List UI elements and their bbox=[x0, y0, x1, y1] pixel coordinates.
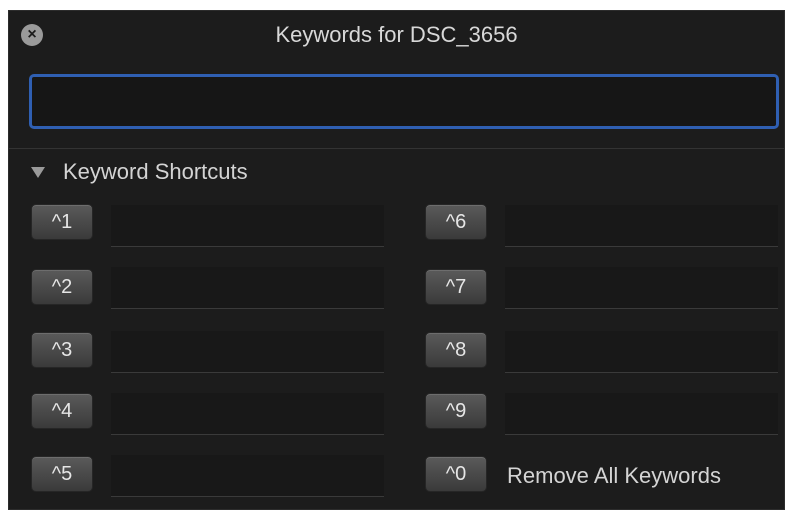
keywords-window: × Keywords for DSC_3656 Keyword Shortcut… bbox=[8, 10, 785, 510]
shortcut-field-8[interactable] bbox=[505, 331, 778, 373]
shortcut-button-6[interactable]: ^6 bbox=[425, 204, 487, 240]
shortcut-field-6[interactable] bbox=[505, 205, 778, 247]
shortcut-field-3[interactable] bbox=[111, 331, 384, 373]
shortcut-field-9[interactable] bbox=[505, 393, 778, 435]
shortcut-field-4[interactable] bbox=[111, 393, 384, 435]
shortcut-field-7[interactable] bbox=[505, 267, 778, 309]
shortcut-field-1[interactable] bbox=[111, 205, 384, 247]
shortcut-button-5[interactable]: ^5 bbox=[31, 456, 93, 492]
shortcut-field-2[interactable] bbox=[111, 267, 384, 309]
shortcut-button-3[interactable]: ^3 bbox=[31, 332, 93, 368]
shortcut-button-4[interactable]: ^4 bbox=[31, 393, 93, 429]
remove-all-keywords-label: Remove All Keywords bbox=[507, 463, 721, 488]
shortcut-button-9[interactable]: ^9 bbox=[425, 393, 487, 429]
divider bbox=[9, 148, 784, 149]
shortcut-button-7[interactable]: ^7 bbox=[425, 269, 487, 305]
keyword-shortcuts-header[interactable]: Keyword Shortcuts bbox=[31, 158, 248, 186]
shortcut-button-0[interactable]: ^0 bbox=[425, 456, 487, 492]
shortcut-button-2[interactable]: ^2 bbox=[31, 269, 93, 305]
shortcut-button-1[interactable]: ^1 bbox=[31, 204, 93, 240]
title-bar: × Keywords for DSC_3656 bbox=[9, 11, 784, 59]
disclosure-triangle-down-icon[interactable] bbox=[31, 166, 45, 178]
shortcut-field-5[interactable] bbox=[111, 455, 384, 497]
window-title: Keywords for DSC_3656 bbox=[275, 22, 518, 47]
keyword-input[interactable] bbox=[29, 74, 779, 129]
shortcut-button-8[interactable]: ^8 bbox=[425, 332, 487, 368]
section-label: Keyword Shortcuts bbox=[63, 159, 248, 184]
